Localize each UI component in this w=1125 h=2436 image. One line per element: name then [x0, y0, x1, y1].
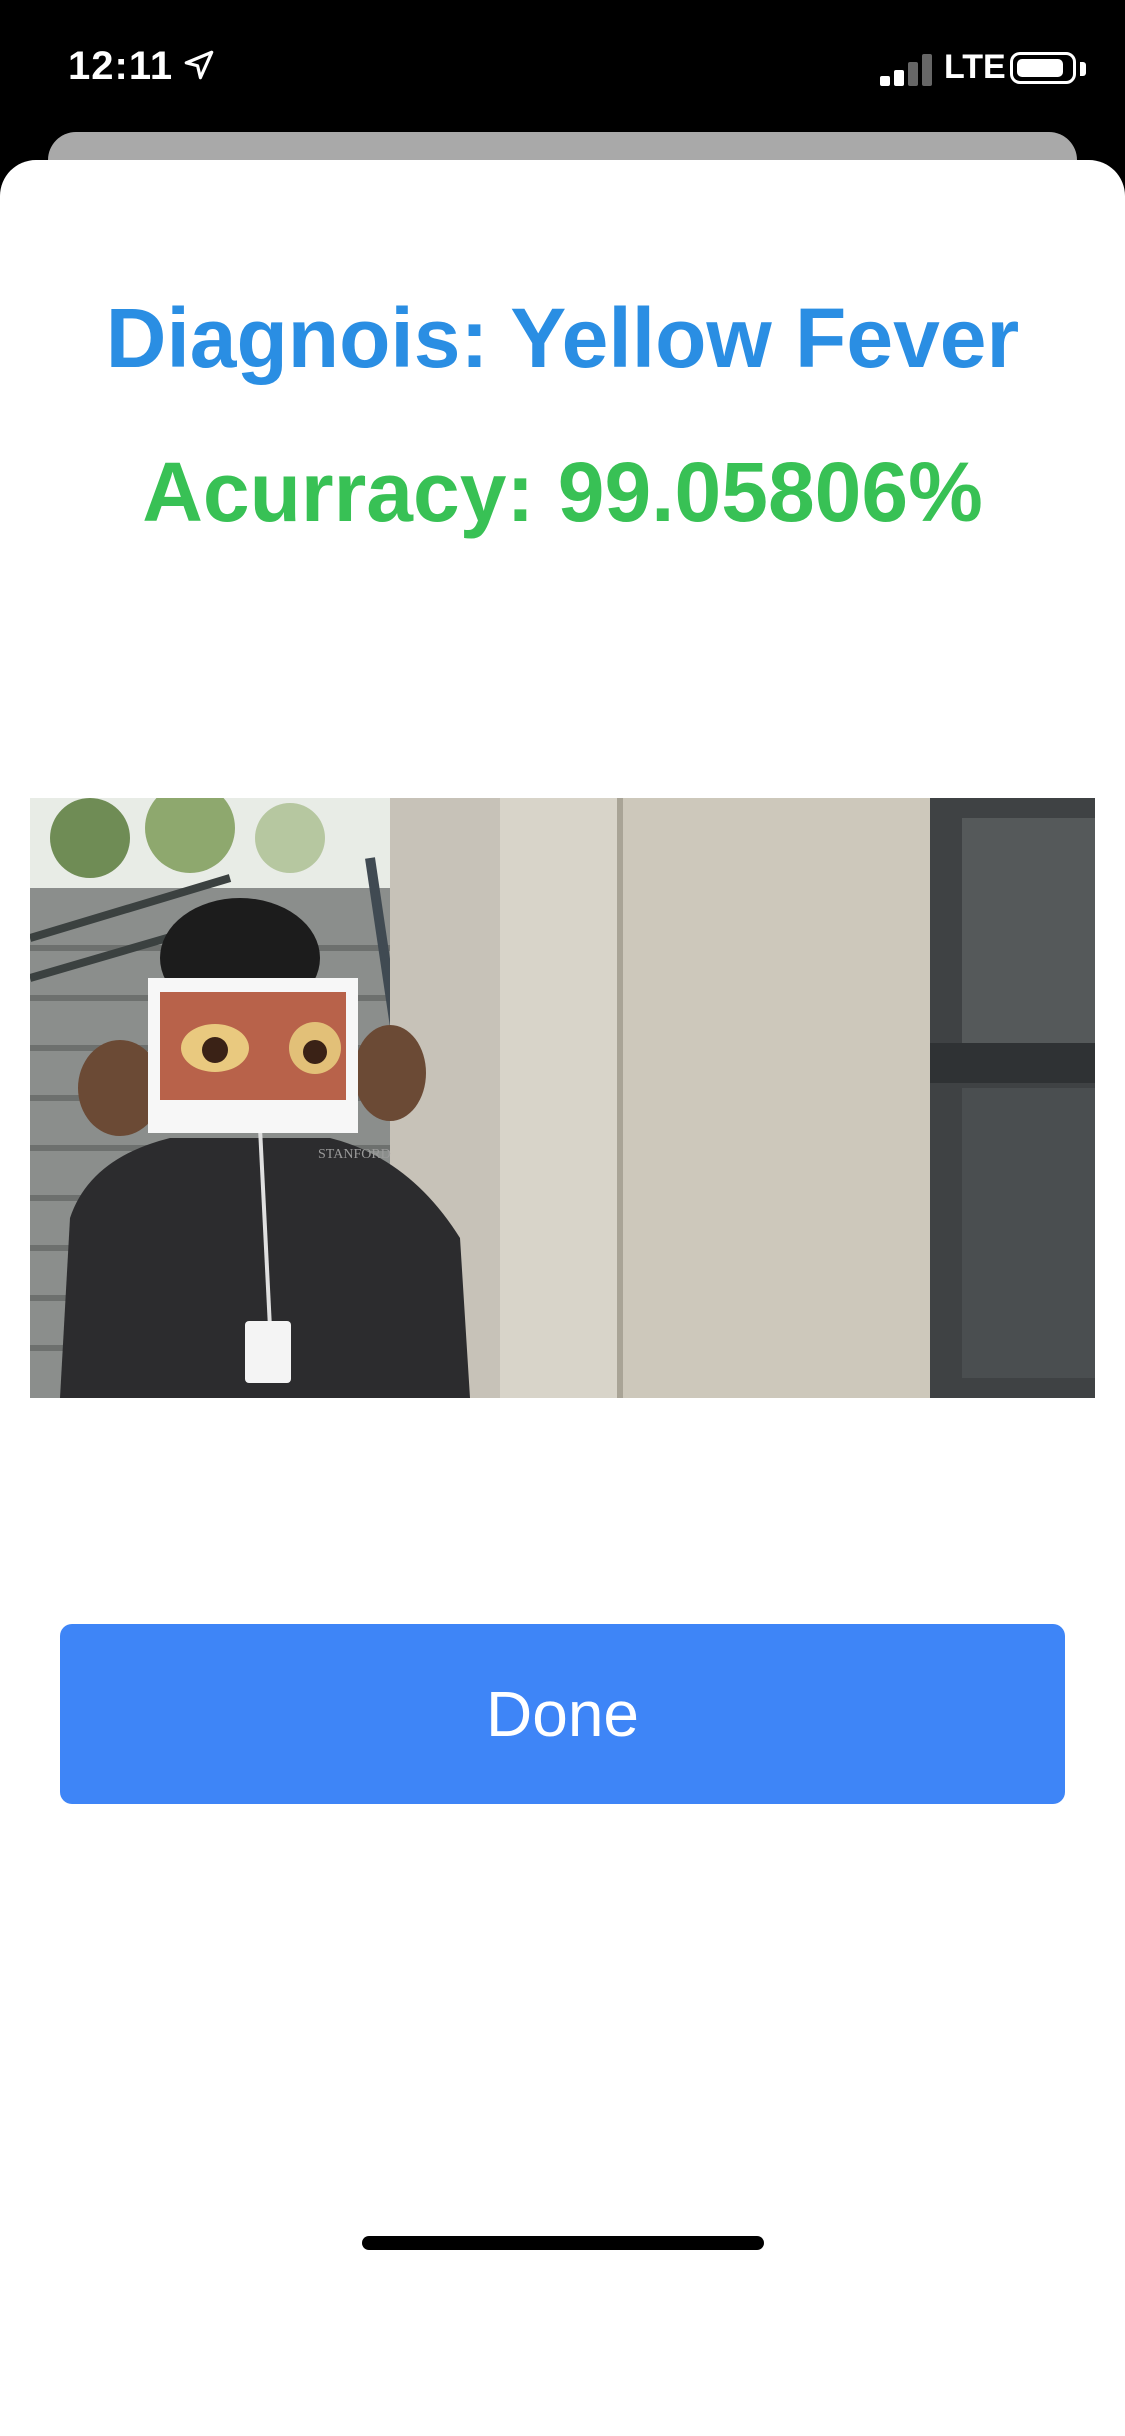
battery-tip: [1080, 62, 1086, 76]
location-arrow-icon: [184, 50, 214, 80]
signal-icon: [880, 52, 936, 86]
network-label: LTE: [944, 48, 1006, 86]
diagnosis-title: Diagnois: Yellow Fever: [105, 291, 1020, 385]
status-time: 12:11: [68, 44, 174, 88]
status-bar: 12:11 LTE: [0, 0, 1125, 140]
captured-photo: STANFORD: [30, 798, 1095, 1398]
home-indicator[interactable]: [362, 2236, 764, 2250]
battery-icon: [1010, 52, 1076, 84]
result-sheet: Diagnois: Yellow Fever Acurracy: 99.0580…: [0, 160, 1125, 2436]
photo-illustration: STANFORD: [30, 798, 1095, 1398]
sweatshirt-text: STANFORD: [318, 1147, 391, 1162]
done-button[interactable]: Done: [60, 1624, 1065, 1804]
accuracy-label: Acurracy: 99.05806%: [142, 445, 983, 539]
